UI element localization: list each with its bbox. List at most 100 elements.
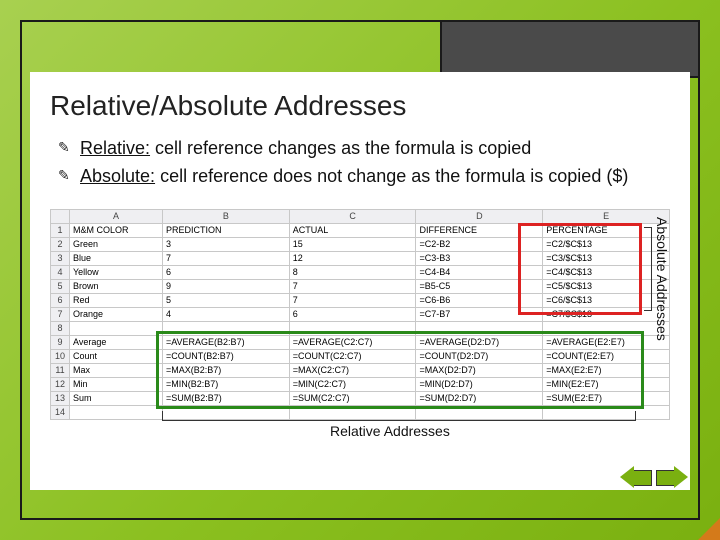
cell: =C2/$C$13 — [543, 237, 670, 251]
cell: PERCENTAGE — [543, 223, 670, 237]
bullet-relative: Relative: cell reference changes as the … — [64, 136, 670, 160]
cell — [162, 321, 289, 335]
cell: PREDICTION — [162, 223, 289, 237]
row-header: 4 — [51, 265, 70, 279]
table-row: 12Min=MIN(B2:B7)=MIN(C2:C7)=MIN(D2:D7)=M… — [51, 377, 670, 391]
cell: Brown — [70, 279, 163, 293]
cell: =MIN(E2:E7) — [543, 377, 670, 391]
cell: =C4/$C$13 — [543, 265, 670, 279]
table-row: 10Count=COUNT(B2:B7)=COUNT(C2:C7)=COUNT(… — [51, 349, 670, 363]
table-row: 4Yellow68=C4-B4=C4/$C$13 — [51, 265, 670, 279]
corner-decoration — [440, 20, 700, 78]
cell: Green — [70, 237, 163, 251]
cell: Average — [70, 335, 163, 349]
cell: =SUM(C2:C7) — [289, 391, 416, 405]
cell: =MIN(B2:B7) — [162, 377, 289, 391]
col-e: E — [543, 209, 670, 223]
cell: 5 — [162, 293, 289, 307]
slide-content: Relative/Absolute Addresses Relative: ce… — [30, 72, 690, 490]
col-headers: A B C D E — [51, 209, 670, 223]
row-header: 5 — [51, 279, 70, 293]
cell: 6 — [162, 265, 289, 279]
cell: =COUNT(E2:E7) — [543, 349, 670, 363]
caption-absolute: Absolute Addresses — [654, 217, 670, 341]
term-relative: Relative: — [80, 138, 150, 158]
cell: Count — [70, 349, 163, 363]
cell: Orange — [70, 307, 163, 321]
cell: =C2-B2 — [416, 237, 543, 251]
table-row: 7Orange46=C7-B7=C7/$C$13 — [51, 307, 670, 321]
table-row: 14 — [51, 405, 670, 419]
cell: Blue — [70, 251, 163, 265]
cell: Yellow — [70, 265, 163, 279]
col-c: C — [289, 209, 416, 223]
cell: Min — [70, 377, 163, 391]
bullet-list: Relative: cell reference changes as the … — [50, 136, 670, 189]
table-row: 3Blue712=C3-B3=C3/$C$13 — [51, 251, 670, 265]
row-header: 10 — [51, 349, 70, 363]
cell — [289, 405, 416, 419]
row-header: 8 — [51, 321, 70, 335]
cell: =MIN(C2:C7) — [289, 377, 416, 391]
cell: =COUNT(C2:C7) — [289, 349, 416, 363]
cell: DIFFERENCE — [416, 223, 543, 237]
cell: M&M COLOR — [70, 223, 163, 237]
cell: =COUNT(D2:D7) — [416, 349, 543, 363]
cell: =C6-B6 — [416, 293, 543, 307]
table-row: 9Average=AVERAGE(B2:B7)=AVERAGE(C2:C7)=A… — [51, 335, 670, 349]
prev-arrow-icon[interactable] — [620, 464, 652, 490]
cell — [416, 321, 543, 335]
col-b: B — [162, 209, 289, 223]
slide-frame: Relative/Absolute Addresses Relative: ce… — [20, 20, 700, 520]
caption-relative: Relative Addresses — [330, 423, 450, 439]
cell: Sum — [70, 391, 163, 405]
cell: =SUM(B2:B7) — [162, 391, 289, 405]
row-header: 7 — [51, 307, 70, 321]
cell — [70, 405, 163, 419]
cell: =MAX(C2:C7) — [289, 363, 416, 377]
cell: =SUM(D2:D7) — [416, 391, 543, 405]
table-row: 11Max=MAX(B2:B7)=MAX(C2:C7)=MAX(D2:D7)=M… — [51, 363, 670, 377]
page-curl-icon — [698, 518, 720, 540]
cell: Max — [70, 363, 163, 377]
cell: =COUNT(B2:B7) — [162, 349, 289, 363]
next-arrow-icon[interactable] — [656, 464, 688, 490]
spreadsheet-wrap: A B C D E 1M&M COLORPREDICTIONACTUALDIFF… — [50, 209, 670, 420]
cell: =MAX(D2:D7) — [416, 363, 543, 377]
cell: =AVERAGE(E2:E7) — [543, 335, 670, 349]
cell: =MIN(D2:D7) — [416, 377, 543, 391]
col-a: A — [70, 209, 163, 223]
cell: =C3-B3 — [416, 251, 543, 265]
cell: 12 — [289, 251, 416, 265]
row-header: 1 — [51, 223, 70, 237]
row-header: 6 — [51, 293, 70, 307]
row-header: 2 — [51, 237, 70, 251]
bullet-absolute: Absolute: cell reference does not change… — [64, 164, 670, 188]
cell: Red — [70, 293, 163, 307]
term-absolute: Absolute: — [80, 166, 155, 186]
desc-relative: cell reference changes as the formula is… — [150, 138, 531, 158]
cell: ACTUAL — [289, 223, 416, 237]
cell: =C5/$C$13 — [543, 279, 670, 293]
row-header: 11 — [51, 363, 70, 377]
cell: 7 — [162, 251, 289, 265]
cell: =C6/$C$13 — [543, 293, 670, 307]
cell: =C4-B4 — [416, 265, 543, 279]
cell: 9 — [162, 279, 289, 293]
cell: =C3/$C$13 — [543, 251, 670, 265]
spreadsheet: A B C D E 1M&M COLORPREDICTIONACTUALDIFF… — [50, 209, 670, 420]
cell: 15 — [289, 237, 416, 251]
row-header: 3 — [51, 251, 70, 265]
cell: =MAX(E2:E7) — [543, 363, 670, 377]
table-row: 13Sum=SUM(B2:B7)=SUM(C2:C7)=SUM(D2:D7)=S… — [51, 391, 670, 405]
corner-cell — [51, 209, 70, 223]
table-row: 6Red57=C6-B6=C6/$C$13 — [51, 293, 670, 307]
cell: =AVERAGE(D2:D7) — [416, 335, 543, 349]
row-header: 9 — [51, 335, 70, 349]
cell — [289, 321, 416, 335]
cell: =AVERAGE(C2:C7) — [289, 335, 416, 349]
cell: 6 — [289, 307, 416, 321]
table-row: 5Brown97=B5-C5=C5/$C$13 — [51, 279, 670, 293]
desc-absolute: cell reference does not change as the fo… — [155, 166, 628, 186]
cell: 3 — [162, 237, 289, 251]
